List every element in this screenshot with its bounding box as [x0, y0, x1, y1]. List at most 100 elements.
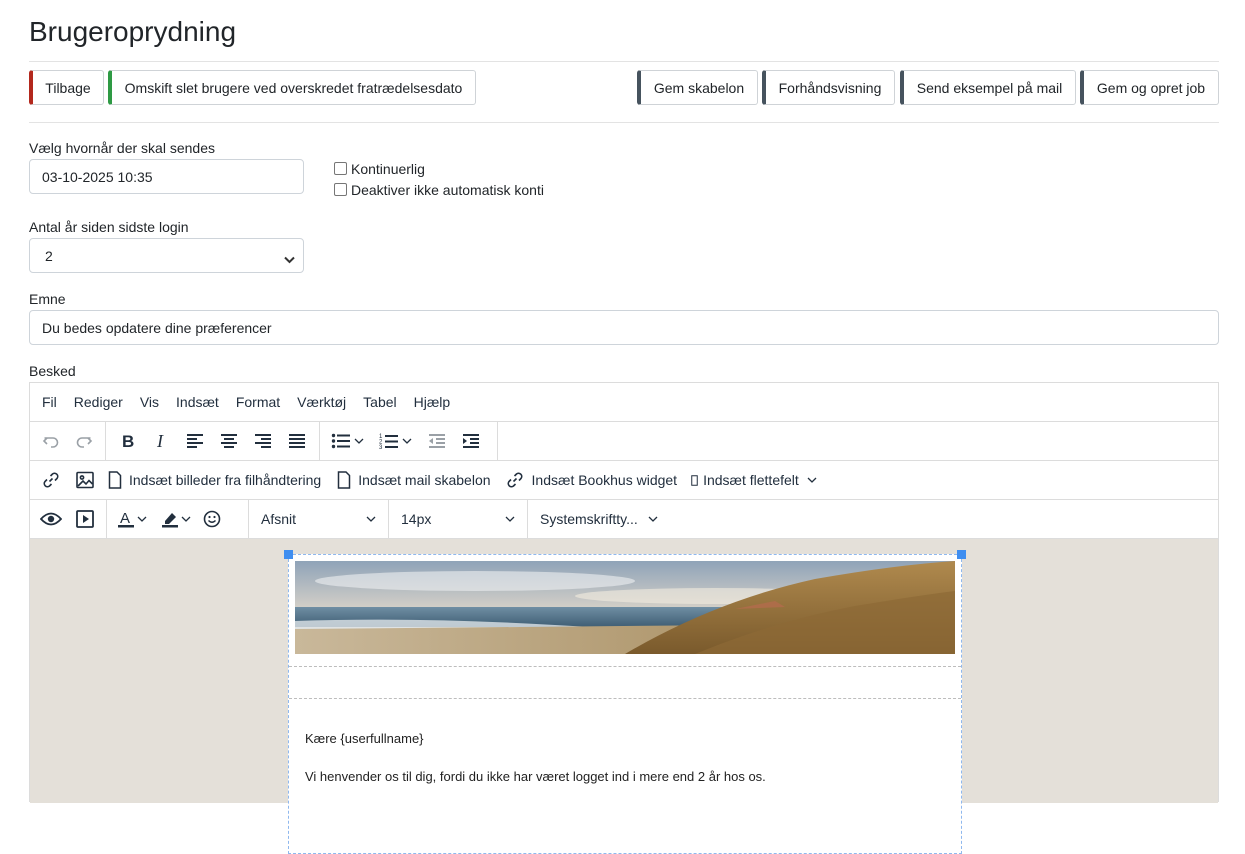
menu-insert[interactable]: Indsæt: [176, 394, 219, 410]
emoji-icon[interactable]: [199, 504, 225, 534]
send-example-button[interactable]: Send eksempel på mail: [900, 70, 1076, 105]
svg-text:I: I: [156, 431, 164, 451]
send-when-input[interactable]: 03-10-2025 10:35: [29, 159, 304, 194]
insert-images-button[interactable]: Indsæt billeder fra filhåndtering: [102, 465, 327, 495]
history-group: [30, 422, 106, 460]
italic-icon[interactable]: I: [144, 426, 178, 456]
years-select[interactable]: 2: [29, 238, 304, 273]
chevron-down-icon: [505, 516, 515, 522]
preview-group: [30, 500, 107, 538]
subject-value: Du bedes opdatere dine præferencer: [42, 319, 272, 336]
editor-toolbar-row-2: Indsæt billeder fra filhåndtering Indsæt…: [30, 461, 1218, 500]
section-divider: [289, 666, 961, 667]
page: Brugeroprydning Tilbage Omskift slet bru…: [0, 0, 1245, 854]
font-size-value: 14px: [401, 511, 432, 527]
continuous-label: Kontinuerlig: [351, 161, 425, 177]
no-auto-deactivate-checkbox-row[interactable]: Deaktiver ikke automatisk konti: [334, 182, 544, 198]
list-group: 123: [320, 422, 498, 460]
resize-handle[interactable]: [957, 550, 966, 559]
block-format-value: Afsnit: [261, 511, 297, 527]
greeting-text: Kære {userfullname}: [305, 731, 424, 746]
undo-icon[interactable]: [34, 426, 68, 456]
font-family-dropdown[interactable]: Systemskriftty...: [528, 500, 670, 538]
preview-button[interactable]: Forhåndsvisning: [762, 70, 895, 105]
insert-images-label: Indsæt billeder fra filhåndtering: [129, 472, 322, 488]
menu-format[interactable]: Format: [236, 394, 280, 410]
menu-file[interactable]: Fil: [42, 394, 57, 410]
insert-mail-template-label: Indsæt mail skabelon: [358, 472, 491, 488]
divider: [29, 122, 1219, 123]
resize-handle[interactable]: [284, 550, 293, 559]
chevron-down-icon[interactable]: [181, 516, 195, 522]
menu-table[interactable]: Tabel: [363, 394, 396, 410]
page-title: Brugeroprydning: [29, 16, 237, 47]
chevron-down-icon: [807, 477, 817, 483]
send-when-value: 03-10-2025 10:35: [42, 168, 153, 185]
insert-widget-label: Indsæt Bookhus widget: [531, 472, 678, 488]
insert-mail-template-button[interactable]: Indsæt mail skabelon: [331, 465, 496, 495]
svg-text:B: B: [122, 432, 134, 451]
link-icon: [505, 470, 525, 490]
menu-edit[interactable]: Rediger: [74, 394, 123, 410]
numbered-list-icon[interactable]: 123: [372, 426, 406, 456]
align-left-icon[interactable]: [178, 426, 212, 456]
subject-input[interactable]: Du bedes opdatere dine præferencer: [29, 310, 1219, 345]
media-icon[interactable]: [68, 504, 102, 534]
rich-text-editor[interactable]: Fil Rediger Vis Indsæt Format Værktøj Ta…: [29, 382, 1219, 854]
years-value: 2: [45, 247, 53, 264]
beach-banner-image: [295, 561, 955, 654]
chevron-down-icon: [648, 516, 658, 522]
menu-help[interactable]: Hjælp: [414, 394, 451, 410]
menu-tools[interactable]: Værktøj: [297, 394, 346, 410]
editor-toolbar-row-3: A Afsnit 14px Systemskriftty...: [30, 500, 1218, 539]
color-group: A: [107, 500, 249, 538]
no-auto-deactivate-label: Deaktiver ikke automatisk konti: [351, 182, 544, 198]
align-center-icon[interactable]: [212, 426, 246, 456]
document-icon: [337, 471, 351, 489]
editor-menubar: Fil Rediger Vis Indsæt Format Værktøj Ta…: [30, 383, 1218, 422]
bold-icon[interactable]: B: [110, 426, 144, 456]
block-format-dropdown[interactable]: Afsnit: [249, 500, 389, 538]
align-justify-icon[interactable]: [280, 426, 314, 456]
insert-mergefield-dropdown[interactable]: Indsæt flettefelt: [685, 465, 823, 495]
menu-view[interactable]: Vis: [140, 394, 159, 410]
chevron-down-icon[interactable]: [354, 438, 368, 444]
bullet-list-icon[interactable]: [324, 426, 358, 456]
chevron-down-icon: [366, 516, 376, 522]
email-body-table[interactable]: Kære {userfullname} Vi henvender os til …: [284, 550, 966, 854]
outdent-icon[interactable]: [420, 426, 454, 456]
section-divider: [289, 698, 961, 699]
send-when-label: Vælg hvornår der skal sendes: [29, 140, 215, 156]
save-template-button[interactable]: Gem skabelon: [637, 70, 758, 105]
years-label: Antal år siden sidste login: [29, 219, 189, 235]
image-icon[interactable]: [68, 465, 102, 495]
link-icon[interactable]: [34, 465, 68, 495]
continuous-checkbox[interactable]: [334, 161, 347, 175]
insert-widget-button[interactable]: Indsæt Bookhus widget: [499, 465, 684, 495]
editor-toolbar-row-1: B I 1 2 3: [30, 422, 1218, 461]
back-button[interactable]: Tilbage: [29, 70, 104, 105]
font-size-dropdown[interactable]: 14px: [389, 500, 528, 538]
editor-content-area[interactable]: Kære {userfullname} Vi henvender os til …: [30, 539, 1218, 854]
message-label: Besked: [29, 363, 76, 379]
chevron-down-icon: [284, 251, 295, 267]
format-group: B I: [106, 422, 320, 460]
align-right-icon[interactable]: [246, 426, 280, 456]
placeholder-icon: [691, 474, 698, 486]
chevron-down-icon[interactable]: [137, 516, 151, 522]
eye-icon[interactable]: [34, 504, 68, 534]
toggle-delete-users-button[interactable]: Omskift slet brugere ved overskredet fra…: [108, 70, 476, 105]
svg-text:3: 3: [379, 445, 383, 450]
continuous-checkbox-row[interactable]: Kontinuerlig: [334, 161, 425, 177]
svg-text:A: A: [120, 510, 130, 527]
redo-icon[interactable]: [68, 426, 102, 456]
document-icon: [108, 471, 122, 489]
no-auto-deactivate-checkbox[interactable]: [334, 182, 347, 196]
font-family-value: Systemskriftty...: [540, 511, 638, 527]
indent-icon[interactable]: [454, 426, 488, 456]
chevron-down-icon[interactable]: [402, 438, 416, 444]
subject-label: Emne: [29, 291, 66, 307]
divider: [29, 61, 1219, 62]
insert-mergefield-label: Indsæt flettefelt: [703, 472, 799, 488]
save-create-job-button[interactable]: Gem og opret job: [1080, 70, 1219, 105]
